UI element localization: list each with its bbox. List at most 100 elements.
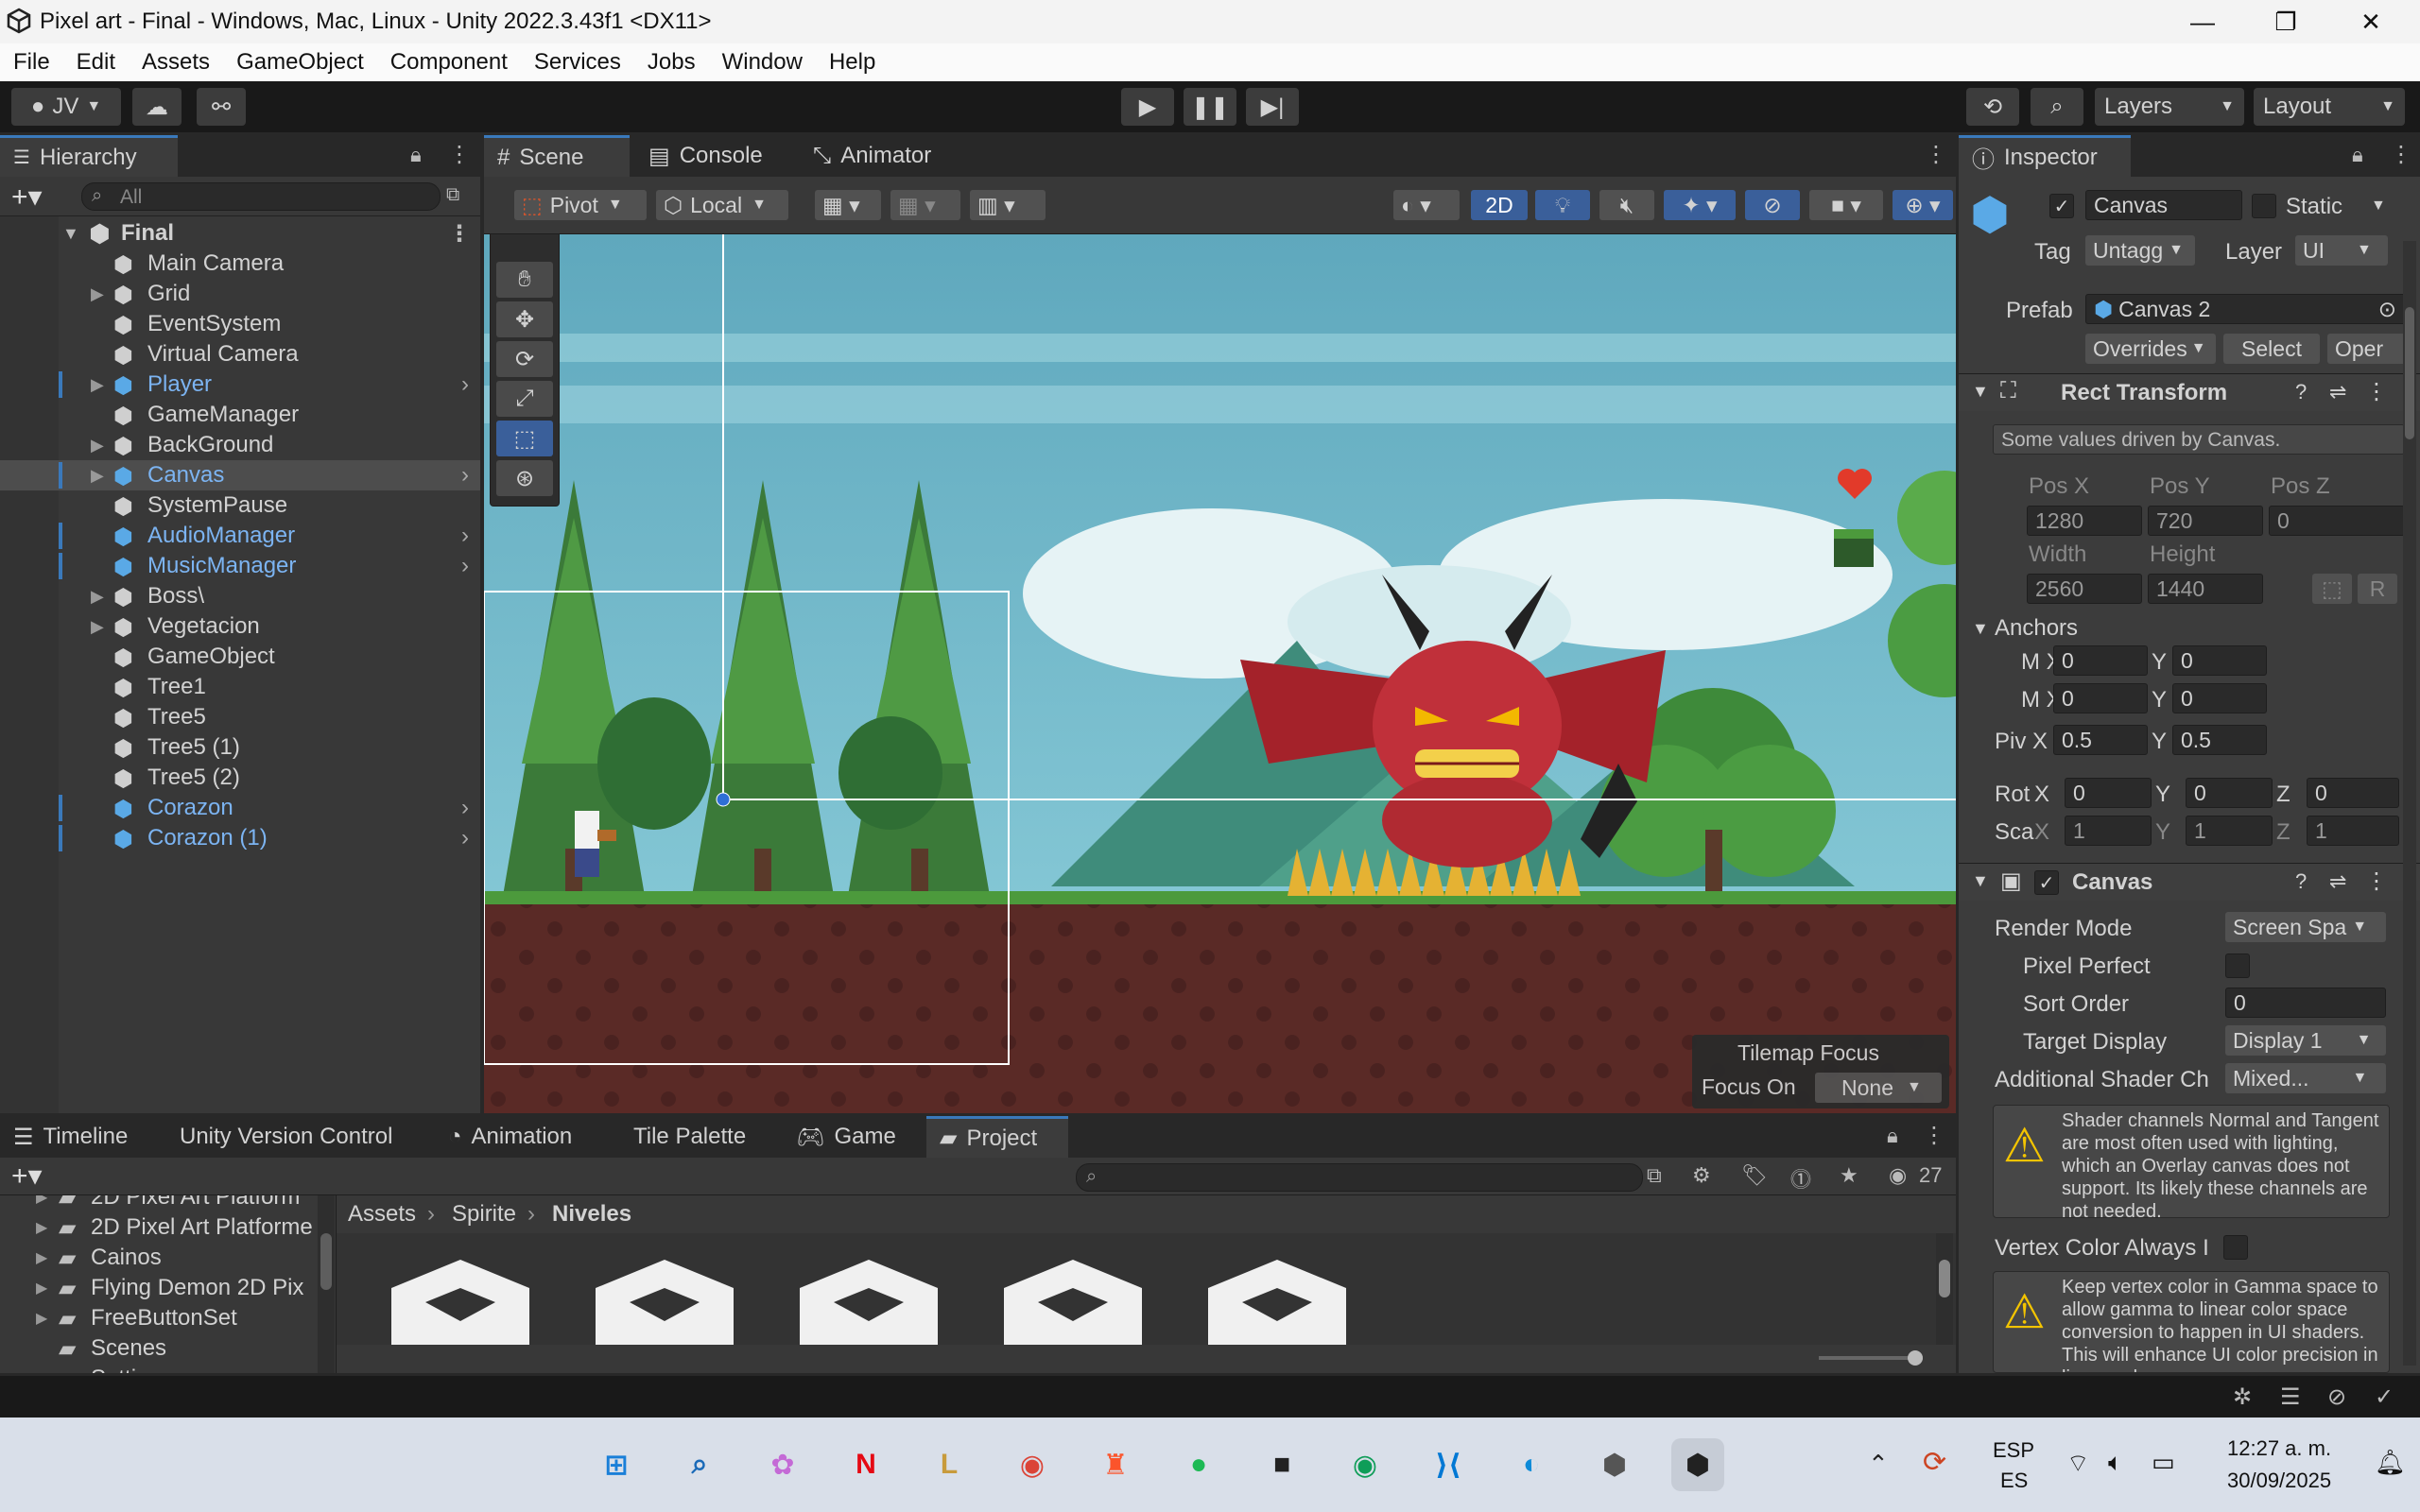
expand-arrow-icon[interactable]: ▶ — [36, 1248, 47, 1267]
expand-arrow-icon[interactable]: ▶ — [91, 466, 104, 486]
tab-animator[interactable]: ⤡ Animator — [800, 135, 970, 177]
scene-asset-icon[interactable] — [391, 1260, 529, 1345]
more-icon[interactable]: ⋮ — [2365, 378, 2388, 405]
chevron-right-icon[interactable]: › — [461, 462, 469, 489]
anchor-max-x-field[interactable]: 0 — [2053, 683, 2148, 713]
object-name-input[interactable]: Canvas — [2085, 190, 2242, 220]
tab-console[interactable]: ▤ Console — [635, 135, 786, 177]
effects-toggle[interactable]: ✦ ▾ — [1664, 190, 1736, 220]
tab-version-control[interactable]: Unity Version Control — [166, 1116, 422, 1158]
folder-item[interactable]: ▶ ▰ 2D Pixel Art Platform — [0, 1195, 312, 1212]
chevron-right-icon[interactable]: › — [461, 553, 469, 579]
folder-tree-scrollbar[interactable] — [318, 1195, 335, 1373]
lock-icon[interactable]: 🔒︎ — [2352, 143, 2363, 167]
chevron-right-icon[interactable]: › — [461, 795, 469, 821]
league-of-legends-icon[interactable]: L — [923, 1438, 976, 1491]
copilot-icon[interactable]: ✿ — [756, 1438, 809, 1491]
hierarchy-item[interactable]: ⬢ Main Camera — [0, 249, 480, 279]
windows-start-icon[interactable]: ⊞ — [590, 1438, 643, 1491]
pause-button[interactable]: ❚❚ — [1184, 88, 1236, 126]
anchor-min-y-field[interactable]: 0 — [2172, 645, 2267, 676]
breadcrumb-assets[interactable]: Assets — [348, 1201, 416, 1228]
hierarchy-item[interactable]: ▶ ⬢ Boss\ — [0, 581, 480, 611]
folder-item[interactable]: ▶ ▰ Settings — [0, 1364, 312, 1373]
folder-item[interactable]: ▶ ▰ Flying Demon 2D Pix — [0, 1273, 312, 1303]
help-icon[interactable]: ? — [2295, 380, 2307, 404]
more-icon[interactable]: ⋮ — [2365, 868, 2388, 895]
debug-icon[interactable]: ✲ — [2233, 1383, 2252, 1411]
pivot-y-field[interactable]: 0.5 — [2172, 725, 2267, 755]
hierarchy-item[interactable]: ⬢ GameManager — [0, 400, 480, 430]
chevron-right-icon[interactable]: › — [461, 523, 469, 549]
chevron-up-icon[interactable]: ⌃ — [1868, 1450, 1889, 1479]
menu-services[interactable]: Services — [534, 49, 621, 76]
type-filter-icon[interactable]: ⚙ — [1692, 1163, 1711, 1188]
hierarchy-item[interactable]: ▶ ⬢ Player › — [0, 369, 480, 400]
pos-z-field[interactable]: 0 — [2269, 506, 2405, 536]
prefab-field[interactable]: ⬢ Canvas 2 ⊙ — [2085, 294, 2407, 324]
expand-arrow-icon[interactable]: ▶ — [91, 617, 104, 637]
scene-asset-icon[interactable] — [1208, 1260, 1346, 1345]
inspector-scrollbar[interactable] — [2403, 241, 2416, 1366]
folder-item[interactable]: ▶ ▰ Cainos — [0, 1243, 312, 1273]
mode-2d-toggle[interactable]: 2D — [1471, 190, 1528, 220]
menu-file[interactable]: File — [13, 49, 50, 76]
chevron-down-icon[interactable]: ▼ — [2371, 198, 2386, 215]
collab-button[interactable]: ⚯ — [197, 88, 246, 126]
add-icon[interactable]: +▾ — [11, 1160, 43, 1193]
battery-icon[interactable]: ▭ — [2152, 1448, 2175, 1477]
hierarchy-item[interactable]: ⬢ Tree5 (1) — [0, 732, 480, 763]
chrome-icon[interactable]: ◉ — [1006, 1438, 1059, 1491]
overrides-dropdown[interactable]: Overrides ▼ — [2085, 334, 2216, 364]
zoom-slider-handle[interactable] — [1908, 1350, 1923, 1366]
additional-shader-dropdown[interactable]: Mixed... ▼ — [2225, 1063, 2386, 1093]
render-mode-dropdown[interactable]: Screen Spa ▼ — [2225, 912, 2386, 942]
network-icon[interactable]: ⊘ — [2327, 1383, 2346, 1411]
width-field[interactable]: 2560 — [2027, 574, 2142, 604]
play-button[interactable]: ▶ — [1121, 88, 1174, 126]
layer-dropdown[interactable]: UI ▼ — [2295, 235, 2388, 266]
tab-timeline[interactable]: ☰ Timeline — [0, 1116, 161, 1158]
step-button[interactable]: ▶| — [1246, 88, 1299, 126]
hierarchy-item[interactable]: ▶ ⬢ Vegetacion — [0, 611, 480, 642]
scale-tool[interactable]: ⤢ — [496, 381, 553, 417]
clock-date[interactable]: 30/09/2025 — [2227, 1469, 2331, 1493]
wifi-icon[interactable]: ⌔ — [2066, 1448, 2089, 1479]
vscode-icon[interactable]: ⟩⟨ — [1422, 1438, 1475, 1491]
folder-item[interactable]: ▰ Scenes — [0, 1333, 312, 1364]
menu-help[interactable]: Help — [829, 49, 875, 76]
sort-order-field[interactable]: 0 — [2225, 988, 2386, 1018]
height-field[interactable]: 1440 — [2148, 574, 2263, 604]
tab-inspector[interactable]: ⓘ Inspector — [1959, 135, 2131, 177]
menu-window[interactable]: Window — [722, 49, 803, 76]
content-scrollbar[interactable] — [1936, 1233, 1953, 1345]
draw-mode-button[interactable]: ◐ ▾ — [1393, 190, 1460, 220]
hierarchy-item[interactable]: ⬢ SystemPause — [0, 490, 480, 521]
expand-arrow-icon[interactable]: ▶ — [91, 436, 104, 455]
tab-project[interactable]: ▰ Project — [926, 1116, 1068, 1158]
expand-arrow-icon[interactable]: ▶ — [36, 1195, 47, 1207]
expand-arrow-icon[interactable]: ▶ — [36, 1309, 47, 1328]
sync-icon[interactable]: ⟳ — [1923, 1446, 1946, 1479]
close-button[interactable]: ✕ — [2342, 4, 2399, 40]
pivot-x-field[interactable]: 0.5 — [2053, 725, 2148, 755]
lighting-toggle[interactable]: 💡︎ — [1535, 190, 1590, 220]
pos-y-field[interactable]: 720 — [2148, 506, 2263, 536]
rotate-tool[interactable]: ⟳ — [496, 341, 553, 377]
rect-transform-header[interactable]: ▼ ⛶ Rect Transform ? ⇌ ⋮ — [1959, 373, 2420, 411]
scene-viewport[interactable]: ✋︎ ✥ ⟳ ⤢ ⬚ ⊛ Tilemap Focus Focus On None… — [484, 234, 1956, 1113]
scale-z-field[interactable]: 1 — [2307, 816, 2399, 846]
anchor-max-y-field[interactable]: 0 — [2172, 683, 2267, 713]
preset-icon[interactable]: ⇌ — [2329, 380, 2346, 404]
chevron-right-icon[interactable]: › — [461, 371, 469, 398]
scene-root-row[interactable]: ▼ ⬢ Final ⋮ — [0, 218, 480, 249]
target-display-dropdown[interactable]: Display 1 ▼ — [2225, 1025, 2386, 1056]
vertex-color-checkbox[interactable] — [2223, 1235, 2248, 1260]
expand-arrow-icon[interactable]: ▶ — [36, 1218, 47, 1237]
rotation-z-field[interactable]: 0 — [2307, 778, 2399, 808]
pixel-perfect-checkbox[interactable] — [2225, 954, 2250, 978]
transform-tool[interactable]: ⊛ — [496, 460, 553, 496]
more-icon[interactable]: ⋮ — [1923, 1122, 1945, 1149]
scene-asset-icon[interactable] — [800, 1260, 938, 1345]
check-icon[interactable]: ✓ — [2375, 1383, 2394, 1411]
